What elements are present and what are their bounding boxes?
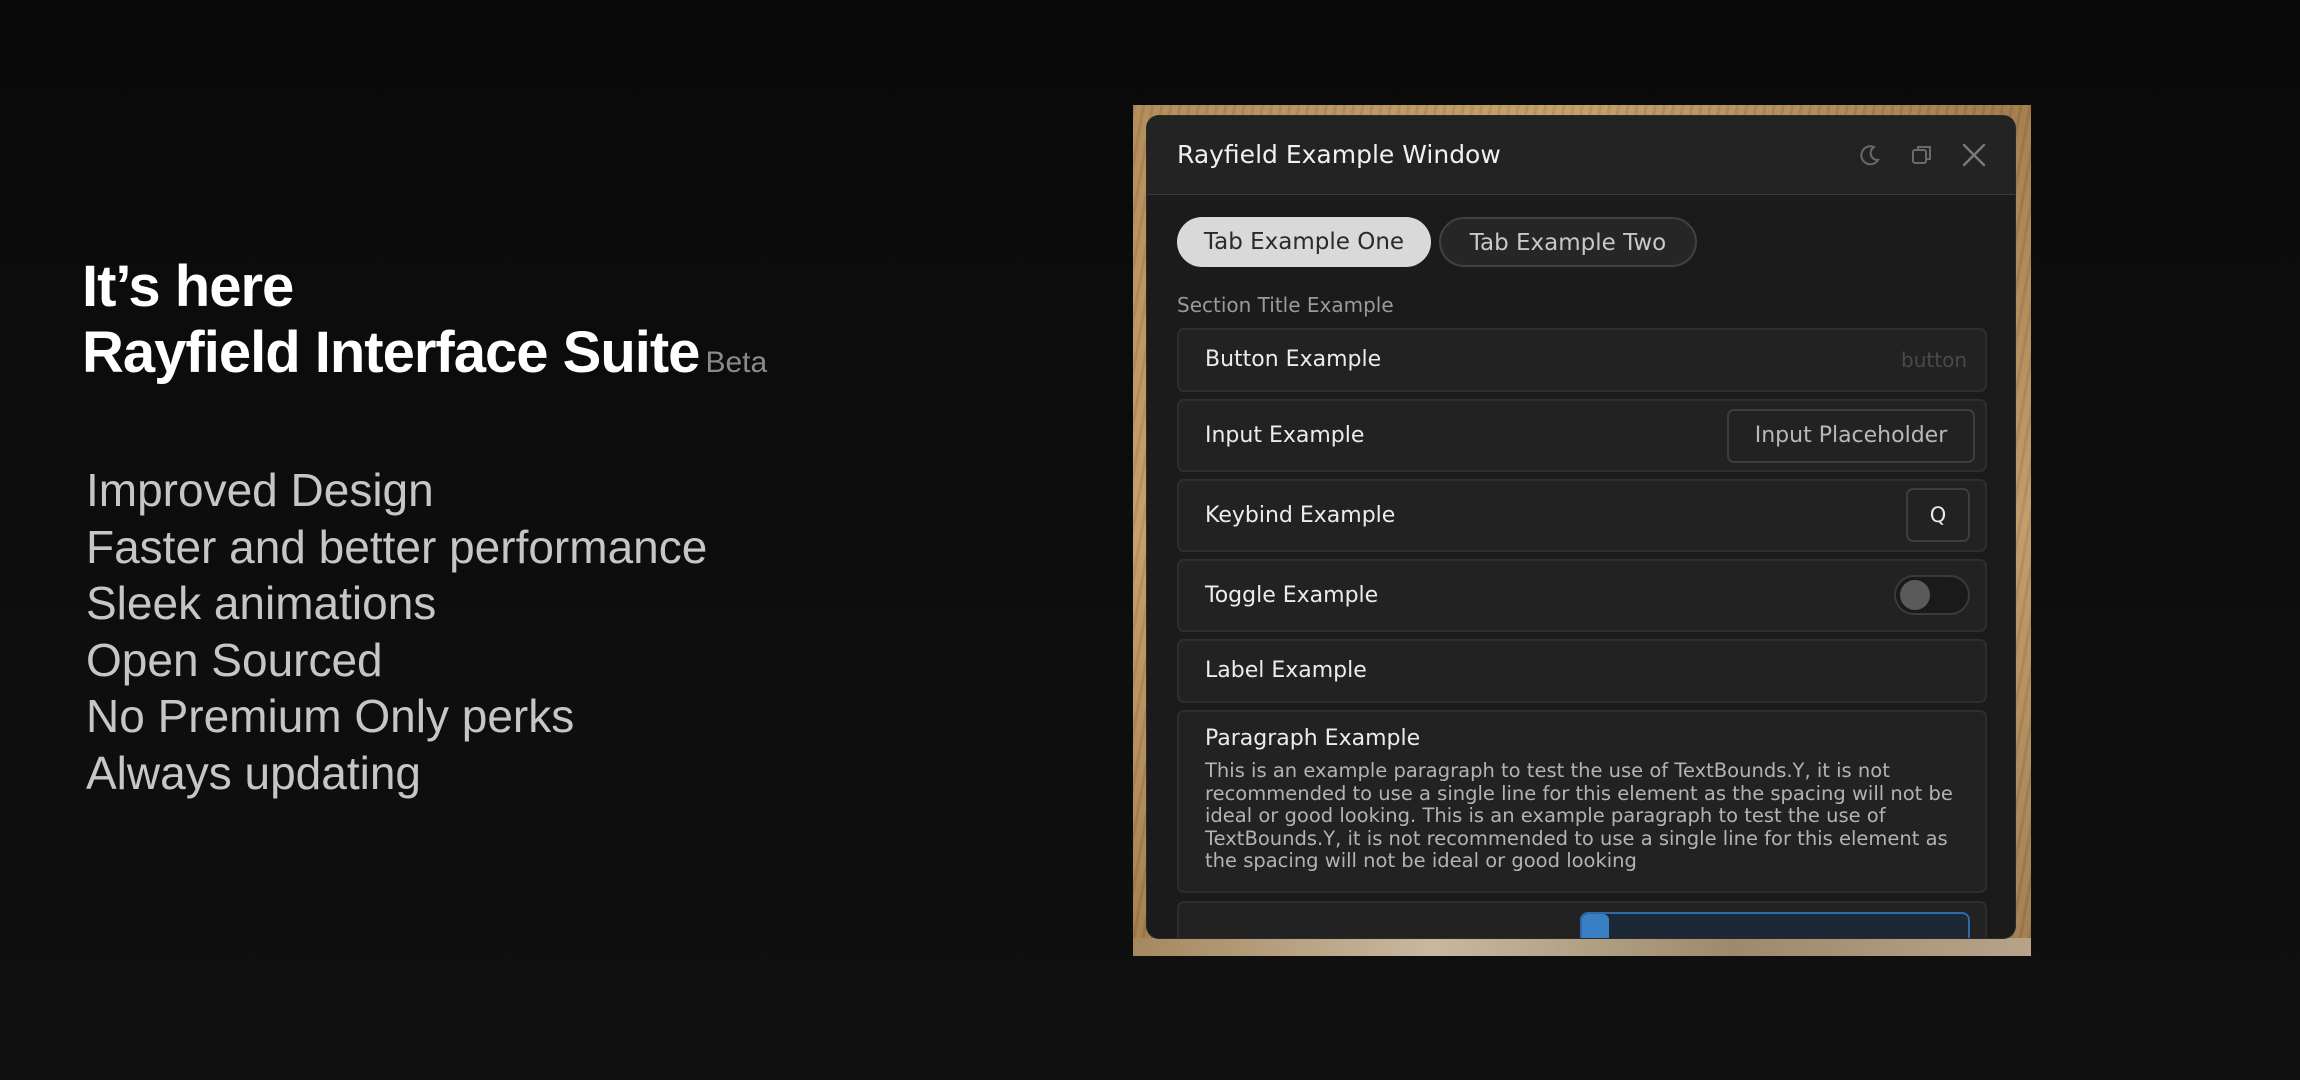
feature-list: Improved Design Faster and better perfor…: [86, 462, 707, 801]
paragraph-element: Paragraph Example This is an example par…: [1177, 710, 1987, 893]
keybind-element-label: Keybind Example: [1205, 503, 1396, 528]
input-element-label: Input Example: [1205, 423, 1365, 448]
wood-frame-background: Rayfield Example Window Tab Example One …: [1133, 105, 2031, 956]
feature-item: No Premium Only perks: [86, 690, 575, 742]
feature-item: Sleek animations: [86, 577, 437, 629]
moon-icon[interactable]: [1855, 140, 1885, 170]
button-hint: button: [1901, 348, 1967, 372]
keybind-element: Keybind Example Q: [1177, 479, 1987, 552]
label-element-text: Label Example: [1205, 658, 1367, 683]
window-title: Rayfield Example Window: [1177, 140, 1501, 169]
section-title: Section Title Example: [1177, 293, 1394, 317]
paragraph-body: This is an example paragraph to test the…: [1205, 759, 1953, 872]
tab-example-one[interactable]: Tab Example One: [1177, 217, 1431, 267]
tab-example-two[interactable]: Tab Example Two: [1439, 217, 1697, 267]
slider-track[interactable]: [1580, 912, 1970, 938]
beta-badge: Beta: [705, 346, 768, 379]
feature-item: Improved Design: [86, 464, 434, 516]
rayfield-window: Rayfield Example Window Tab Example One …: [1147, 116, 2015, 938]
frame-bottom-edge: [1133, 938, 2031, 956]
promo-stage: It’s here Rayfield Interface Suite Beta I…: [0, 0, 2300, 1080]
slider-fill[interactable]: [1582, 914, 1610, 938]
label-element: Label Example: [1177, 639, 1987, 703]
keybind-field[interactable]: Q: [1906, 488, 1970, 542]
close-icon[interactable]: [1959, 140, 1989, 170]
window-titlebar[interactable]: Rayfield Example Window: [1147, 116, 2015, 195]
paragraph-title: Paragraph Example: [1205, 726, 1421, 751]
toggle-knob: [1900, 580, 1930, 610]
input-field[interactable]: Input Placeholder: [1727, 409, 1975, 463]
promo-title: Rayfield Interface Suite: [82, 320, 700, 385]
button-element-label: Button Example: [1205, 347, 1382, 372]
button-element[interactable]: Button Example button: [1177, 328, 1987, 392]
toggle-switch[interactable]: [1894, 575, 1970, 615]
feature-item: Open Sourced: [86, 633, 383, 686]
input-element: Input Example Input Placeholder: [1177, 399, 1987, 472]
feature-item: Faster and better performance: [86, 520, 708, 573]
toggle-element[interactable]: Toggle Example: [1177, 559, 1987, 632]
toggle-element-label: Toggle Example: [1205, 583, 1379, 608]
promo-intro: It’s here: [82, 254, 294, 319]
promo-heading: It’s here Rayfield Interface Suite Beta: [82, 255, 767, 397]
promo-title-line: Rayfield Interface Suite Beta: [82, 319, 767, 397]
slider-element: [1177, 901, 1987, 938]
minimize-icon[interactable]: [1907, 140, 1937, 170]
feature-item: Always updating: [86, 746, 421, 799]
